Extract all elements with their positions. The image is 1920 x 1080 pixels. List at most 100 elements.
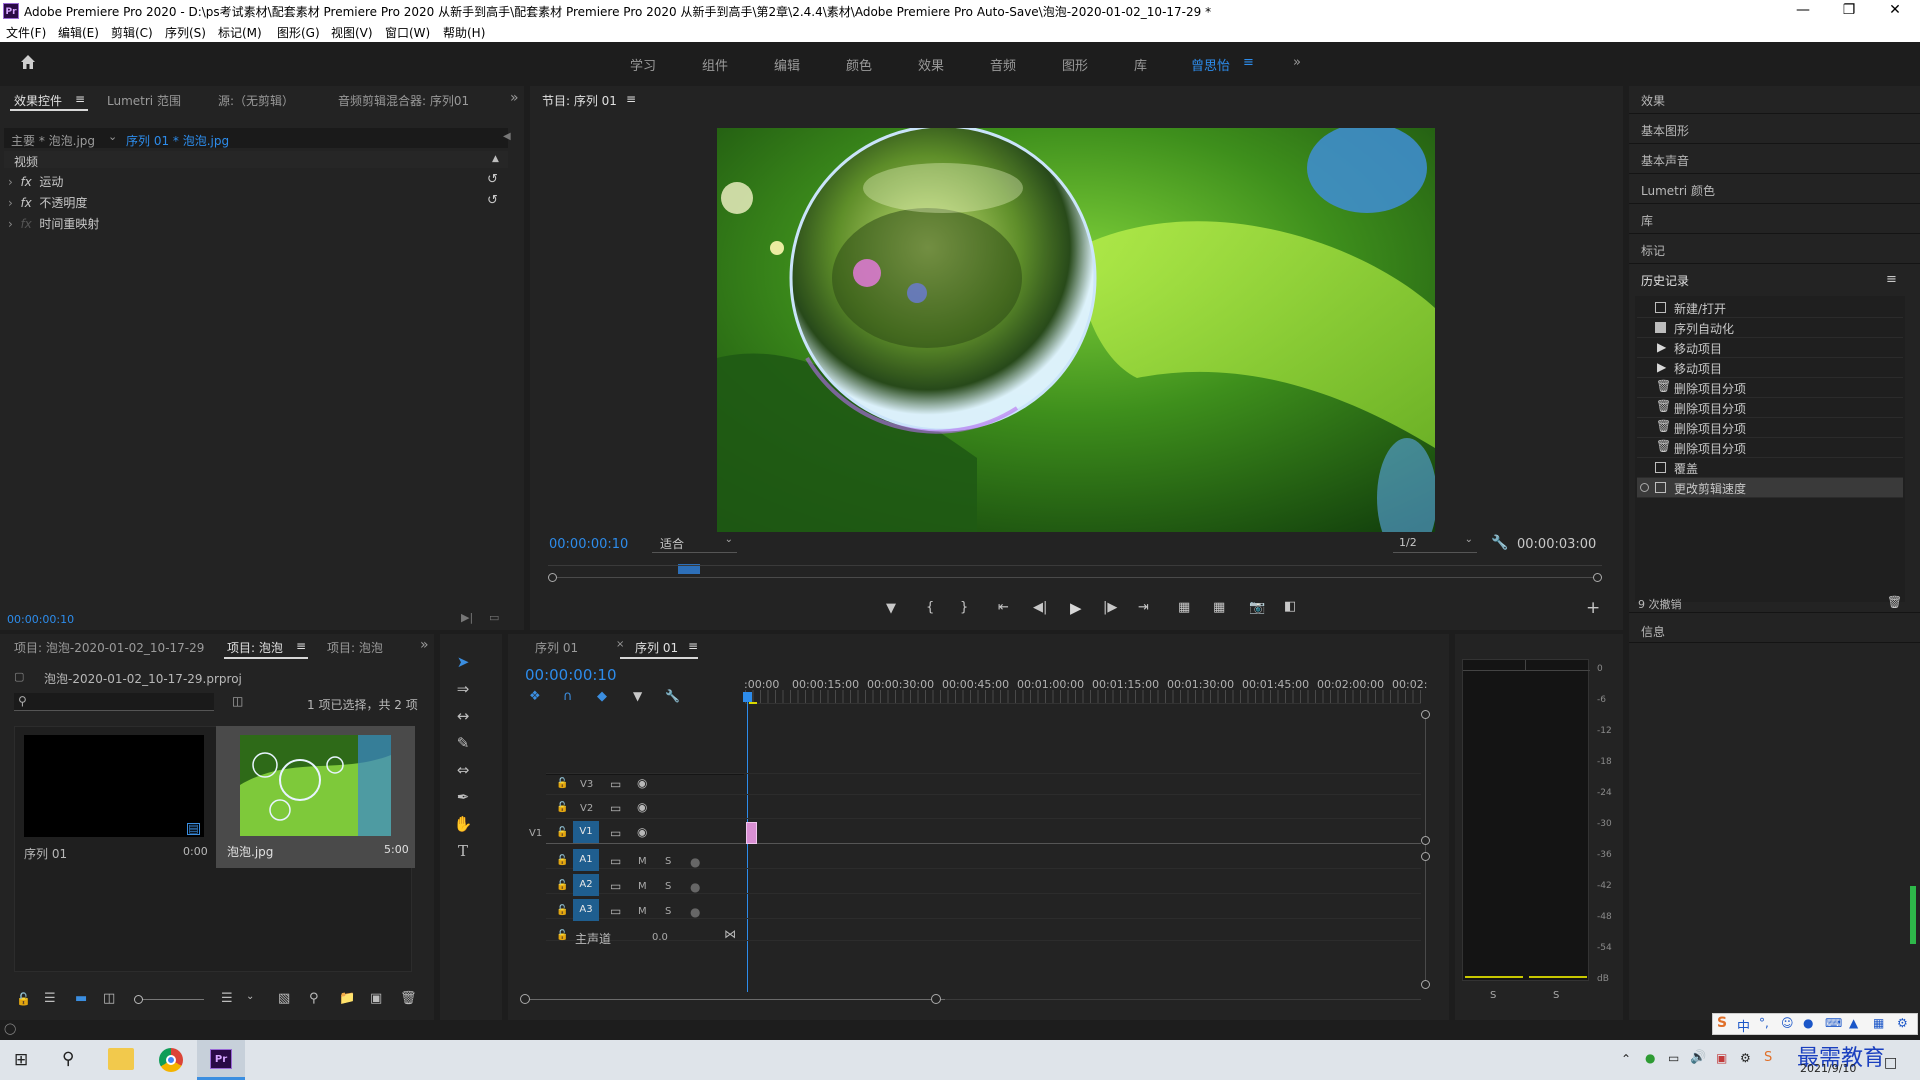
tray-app-icon[interactable]: ▣ bbox=[1716, 1051, 1727, 1065]
lock-icon[interactable]: 🔓 bbox=[556, 778, 568, 789]
menu-graphics[interactable]: 图形(G) bbox=[277, 24, 320, 41]
menu-window[interactable]: 窗口(W) bbox=[385, 24, 430, 41]
sequence-clip-label[interactable]: 序列 01 * 泡泡.jpg bbox=[126, 132, 229, 149]
fx-icon[interactable]: fx bbox=[20, 175, 31, 189]
program-monitor-title[interactable]: 节目: 序列 01 bbox=[542, 92, 617, 109]
extract-icon[interactable]: ▦ bbox=[1213, 600, 1225, 615]
effect-row-motion[interactable]: › fx 运动 bbox=[8, 173, 63, 190]
selection-tool-icon[interactable]: ➤ bbox=[452, 651, 474, 673]
ripple-edit-tool-icon[interactable]: ↔ bbox=[452, 705, 474, 727]
scroll-up-icon[interactable]: ▲ bbox=[492, 154, 499, 164]
zoom-slider[interactable] bbox=[134, 994, 204, 1006]
workspace-effects[interactable]: 效果 bbox=[918, 55, 944, 74]
add-marker-icon[interactable]: ▼ bbox=[886, 601, 896, 616]
snap-magnet-icon[interactable]: ∩ bbox=[563, 689, 573, 704]
tab-project-bubble[interactable]: 项目: 泡泡 bbox=[227, 639, 283, 656]
restore-icon[interactable]: ❐ bbox=[1826, 0, 1872, 22]
panel-menu-icon[interactable]: ≡ bbox=[1886, 272, 1897, 287]
tab-timeline-sequence-01[interactable]: 序列 01 bbox=[535, 639, 578, 656]
settings-icon[interactable]: ⚙ bbox=[1897, 1016, 1908, 1030]
panel-menu-icon[interactable]: ≡ bbox=[626, 92, 636, 106]
lock-icon[interactable]: 🔓 bbox=[16, 992, 31, 1006]
lock-icon[interactable]: 🔓 bbox=[556, 880, 568, 891]
meter-solo-left[interactable]: S bbox=[1490, 990, 1496, 1001]
workspace-assembly[interactable]: 组件 bbox=[702, 55, 728, 74]
sync-lock-icon[interactable]: ▭ bbox=[610, 826, 621, 840]
panel-libraries[interactable]: 库 bbox=[1641, 212, 1653, 229]
wrench-icon[interactable]: 🔧 bbox=[1491, 535, 1508, 551]
chrome-icon[interactable] bbox=[159, 1048, 183, 1072]
mark-in-icon[interactable]: { bbox=[926, 600, 934, 615]
history-item[interactable]: 🗑 删除项目分项 bbox=[1637, 418, 1903, 438]
solo-button[interactable]: S bbox=[665, 856, 671, 867]
workspace-audio[interactable]: 音频 bbox=[990, 55, 1016, 74]
go-to-out-icon[interactable]: ⇥ bbox=[1138, 600, 1149, 615]
project-search-input[interactable]: ⚲ bbox=[14, 693, 214, 711]
menu-view[interactable]: 视图(V) bbox=[331, 24, 373, 41]
file-explorer-icon[interactable] bbox=[108, 1048, 134, 1070]
close-icon[interactable]: ✕ bbox=[1872, 0, 1918, 22]
network-icon[interactable]: ▭ bbox=[1668, 1051, 1679, 1065]
history-item[interactable]: 新建/打开 bbox=[1637, 298, 1903, 318]
workspace-overflow-icon[interactable]: » bbox=[1293, 55, 1301, 70]
panel-info[interactable]: 信息 bbox=[1641, 623, 1665, 640]
timeline-clip[interactable] bbox=[746, 822, 757, 844]
panel-menu-icon[interactable]: ≡ bbox=[688, 639, 698, 653]
menu-file[interactable]: 文件(F) bbox=[6, 24, 46, 41]
play-icon[interactable]: ▶ bbox=[1070, 599, 1082, 617]
compare-icon[interactable]: ◧ bbox=[1284, 599, 1296, 614]
keyboard-icon[interactable]: ⌨ bbox=[1825, 1016, 1842, 1030]
fx-icon[interactable]: fx bbox=[20, 196, 31, 210]
chevron-down-icon[interactable]: ⌄ bbox=[246, 991, 254, 1002]
menu-help[interactable]: 帮助(H) bbox=[443, 24, 485, 41]
reset-icon[interactable]: ↺ bbox=[487, 172, 498, 187]
camera-icon[interactable]: 📷 bbox=[1249, 600, 1265, 615]
effect-row-opacity[interactable]: › fx 不透明度 bbox=[8, 194, 87, 211]
track-label-v3[interactable]: V3 bbox=[580, 779, 593, 790]
volume-icon[interactable]: 🔊 bbox=[1690, 1050, 1706, 1065]
mute-button[interactable]: M bbox=[638, 856, 647, 867]
history-item[interactable]: 🗑 删除项目分项 bbox=[1637, 378, 1903, 398]
history-item[interactable]: ▶ 移动项目 bbox=[1637, 338, 1903, 358]
new-bin-icon[interactable]: 📁 bbox=[339, 991, 355, 1006]
track-target-v1[interactable]: V1 bbox=[573, 821, 599, 843]
timeline-ruler[interactable] bbox=[745, 690, 1421, 704]
collapse-triangle-icon[interactable]: ◀ bbox=[503, 131, 511, 142]
add-marker-icon[interactable]: ▼ bbox=[633, 689, 642, 703]
menu-clip[interactable]: 剪辑(C) bbox=[111, 24, 153, 41]
trash-icon[interactable]: 🗑 bbox=[400, 991, 417, 1006]
vertical-scrollbar[interactable] bbox=[1425, 710, 1426, 984]
nest-icon[interactable]: ❖ bbox=[529, 689, 541, 704]
tab-project-bubble-2[interactable]: 项目: 泡泡 bbox=[327, 639, 383, 656]
tray-expand-icon[interactable]: ⌃ bbox=[1621, 1052, 1631, 1066]
eye-icon[interactable]: ◉ bbox=[637, 776, 647, 790]
step-forward-icon[interactable]: |▶ bbox=[1103, 600, 1117, 615]
mute-button[interactable]: M bbox=[638, 881, 647, 892]
panel-markers[interactable]: 标记 bbox=[1641, 242, 1665, 259]
effect-row-time-remap[interactable]: › fx 时间重映射 bbox=[8, 215, 99, 232]
sync-lock-icon[interactable]: ▭ bbox=[610, 854, 621, 868]
source-patch-v1[interactable]: V1 bbox=[529, 828, 542, 839]
history-item[interactable]: 覆盖 bbox=[1637, 458, 1903, 478]
workspace-graphics[interactable]: 图形 bbox=[1062, 55, 1088, 74]
search-icon[interactable]: ⚲ bbox=[62, 1049, 74, 1069]
effect-controls-timecode[interactable]: 00:00:00:10 bbox=[7, 613, 74, 626]
premiere-taskbar-button[interactable]: Pr bbox=[197, 1040, 245, 1080]
zoom-select[interactable]: 适合 ⌄ bbox=[652, 534, 737, 553]
find-icon[interactable]: ⚲ bbox=[309, 991, 319, 1006]
tab-lumetri-scopes[interactable]: Lumetri 范围 bbox=[107, 92, 181, 109]
sort-icon[interactable]: ☰ bbox=[221, 991, 233, 1006]
list-view-icon[interactable]: ☰ bbox=[44, 991, 56, 1006]
solo-button[interactable]: S bbox=[665, 881, 671, 892]
new-item-icon[interactable]: ▣ bbox=[370, 991, 382, 1006]
trash-icon[interactable]: 🗑 bbox=[1887, 595, 1902, 609]
panel-effects[interactable]: 效果 bbox=[1641, 92, 1665, 109]
horizontal-scrollbar[interactable] bbox=[523, 999, 945, 1000]
microphone-icon[interactable]: ● bbox=[690, 905, 700, 919]
history-item-current[interactable]: 更改剪辑速度 bbox=[1637, 478, 1903, 498]
ime-icon[interactable]: ⚙ bbox=[1740, 1051, 1751, 1065]
lock-icon[interactable]: 🔓 bbox=[556, 827, 568, 838]
panel-lumetri-color[interactable]: Lumetri 颜色 bbox=[1641, 182, 1715, 199]
menu-edit[interactable]: 编辑(E) bbox=[58, 24, 99, 41]
freeform-view-icon[interactable]: ◫ bbox=[103, 991, 115, 1006]
